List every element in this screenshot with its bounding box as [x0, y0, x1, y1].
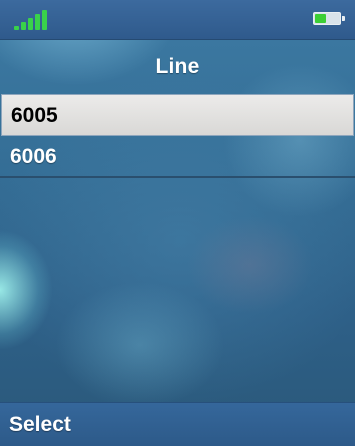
status-bar	[0, 0, 355, 40]
phone-screen: Line 6005 6006 Select	[0, 0, 355, 446]
select-softkey[interactable]: Select	[9, 403, 71, 446]
signal-bar	[21, 22, 26, 30]
signal-strength-icon	[14, 10, 48, 30]
signal-bar	[14, 26, 19, 30]
line-item-6005[interactable]: 6005	[1, 94, 354, 136]
signal-bar	[28, 18, 33, 30]
line-list: 6005 6006	[0, 94, 355, 178]
soft-key-bar: Select	[0, 402, 355, 446]
signal-bar	[35, 14, 40, 30]
signal-bar	[42, 10, 47, 30]
screen-title: Line	[155, 55, 200, 78]
battery-level	[315, 14, 326, 23]
line-item-6006[interactable]: 6006	[0, 136, 355, 178]
battery-icon	[313, 12, 345, 25]
line-item-label: 6006	[10, 145, 57, 168]
battery-tip	[342, 16, 345, 21]
line-item-label: 6005	[11, 104, 58, 127]
